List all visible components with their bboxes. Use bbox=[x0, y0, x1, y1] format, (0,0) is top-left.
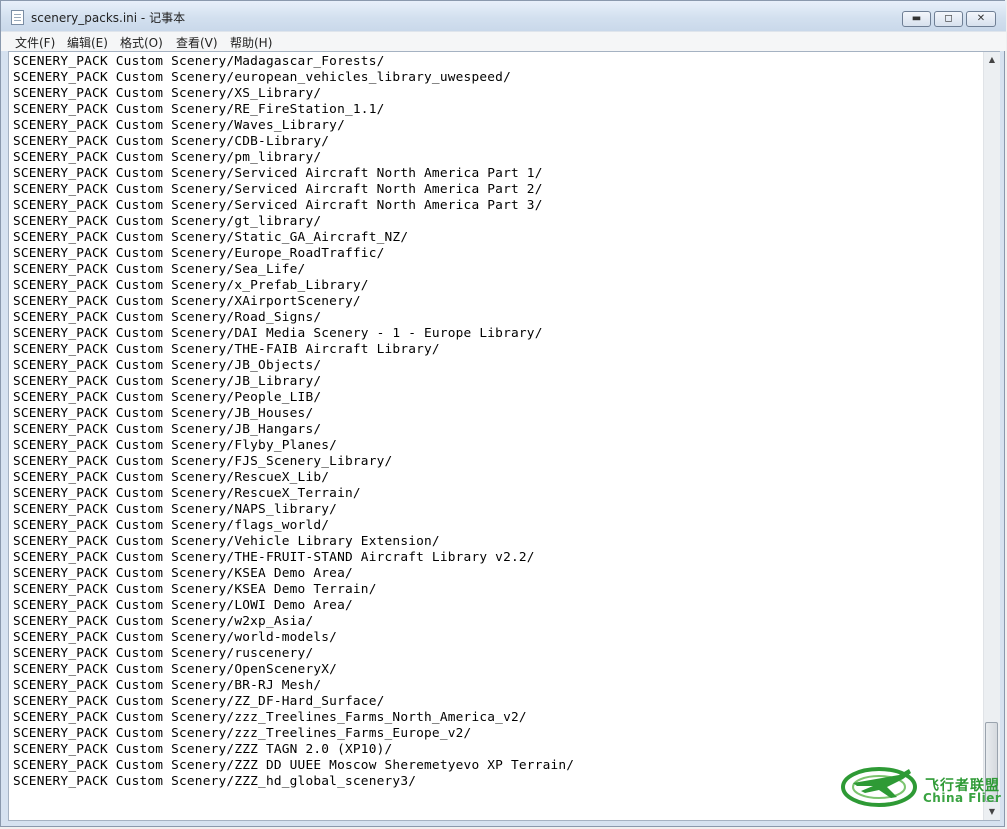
vertical-scrollbar[interactable]: ▲ ▼ bbox=[983, 52, 1000, 820]
text-line: SCENERY_PACK Custom Scenery/Serviced Air… bbox=[13, 166, 543, 181]
menu-file[interactable]: 文件(F) bbox=[15, 34, 55, 51]
menu-view[interactable]: 查看(V) bbox=[176, 34, 218, 51]
text-line: SCENERY_PACK Custom Scenery/ZZZ TAGN 2.0… bbox=[13, 742, 393, 757]
text-line: SCENERY_PACK Custom Scenery/flags_world/ bbox=[13, 518, 330, 533]
text-line: SCENERY_PACK Custom Scenery/DAI Media Sc… bbox=[13, 326, 543, 341]
text-line: SCENERY_PACK Custom Scenery/ZZZ DD UUEE … bbox=[13, 758, 575, 773]
text-line: SCENERY_PACK Custom Scenery/Static_GA_Ai… bbox=[13, 230, 409, 245]
notepad-window: scenery_packs.ini - 记事本 ▬ ◻ ✕ 文件(F) 编辑(E… bbox=[0, 0, 1006, 827]
text-line: SCENERY_PACK Custom Scenery/FJS_Scenery_… bbox=[13, 454, 393, 469]
text-line: SCENERY_PACK Custom Scenery/JB_Library/ bbox=[13, 374, 322, 389]
text-line: SCENERY_PACK Custom Scenery/world-models… bbox=[13, 630, 338, 645]
text-line: SCENERY_PACK Custom Scenery/OpenSceneryX… bbox=[13, 662, 338, 677]
text-line: SCENERY_PACK Custom Scenery/THE-FAIB Air… bbox=[13, 342, 440, 357]
text-line: SCENERY_PACK Custom Scenery/JB_Hangars/ bbox=[13, 422, 322, 437]
text-line: SCENERY_PACK Custom Scenery/Serviced Air… bbox=[13, 198, 543, 213]
scroll-up-button[interactable]: ▲ bbox=[984, 52, 1000, 68]
text-line: SCENERY_PACK Custom Scenery/Europe_RoadT… bbox=[13, 246, 385, 261]
text-line: SCENERY_PACK Custom Scenery/RescueX_Lib/ bbox=[13, 470, 330, 485]
text-line: SCENERY_PACK Custom Scenery/CDB-Library/ bbox=[13, 134, 330, 149]
text-line: SCENERY_PACK Custom Scenery/Flyby_Planes… bbox=[13, 438, 338, 453]
text-line: SCENERY_PACK Custom Scenery/BR-RJ Mesh/ bbox=[13, 678, 322, 693]
text-line: SCENERY_PACK Custom Scenery/XAirportScen… bbox=[13, 294, 361, 309]
watermark-text-en: China Flier bbox=[923, 791, 1002, 805]
text-line: SCENERY_PACK Custom Scenery/zzz_Treeline… bbox=[13, 710, 527, 725]
title-bar[interactable]: scenery_packs.ini - 记事本 ▬ ◻ ✕ bbox=[1, 1, 1006, 31]
text-line: SCENERY_PACK Custom Scenery/XS_Library/ bbox=[13, 86, 322, 101]
text-line: SCENERY_PACK Custom Scenery/RE_FireStati… bbox=[13, 102, 385, 117]
minimize-icon: ▬ bbox=[911, 13, 922, 24]
text-line: SCENERY_PACK Custom Scenery/x_Prefab_Lib… bbox=[13, 278, 369, 293]
text-line: SCENERY_PACK Custom Scenery/Vehicle Libr… bbox=[13, 534, 440, 549]
menu-help[interactable]: 帮助(H) bbox=[230, 34, 272, 51]
watermark-logo: 飞行者联盟 China Flier bbox=[839, 753, 1004, 813]
text-line: SCENERY_PACK Custom Scenery/THE-FRUIT-ST… bbox=[13, 550, 535, 565]
window-title: scenery_packs.ini - 记事本 bbox=[31, 11, 186, 25]
maximize-icon: ◻ bbox=[944, 13, 953, 24]
menu-edit[interactable]: 编辑(E) bbox=[67, 34, 108, 51]
notepad-app-icon[interactable] bbox=[11, 10, 24, 25]
text-line: SCENERY_PACK Custom Scenery/pm_library/ bbox=[13, 150, 322, 165]
text-line: SCENERY_PACK Custom Scenery/european_veh… bbox=[13, 70, 511, 85]
text-line: SCENERY_PACK Custom Scenery/Waves_Librar… bbox=[13, 118, 345, 133]
text-line: SCENERY_PACK Custom Scenery/KSEA Demo Te… bbox=[13, 582, 377, 597]
text-editor[interactable]: SCENERY_PACK Custom Scenery/Madagascar_F… bbox=[8, 51, 1000, 821]
close-button[interactable]: ✕ bbox=[966, 11, 996, 27]
text-line: SCENERY_PACK Custom Scenery/w2xp_Asia/ bbox=[13, 614, 314, 629]
arrow-up-icon: ▲ bbox=[988, 55, 996, 64]
text-line: SCENERY_PACK Custom Scenery/Sea_Life/ bbox=[13, 262, 306, 277]
text-line: SCENERY_PACK Custom Scenery/RescueX_Terr… bbox=[13, 486, 361, 501]
text-line: SCENERY_PACK Custom Scenery/ruscenery/ bbox=[13, 646, 314, 661]
text-line: SCENERY_PACK Custom Scenery/Madagascar_F… bbox=[13, 54, 385, 69]
text-line: SCENERY_PACK Custom Scenery/Road_Signs/ bbox=[13, 310, 322, 325]
text-line: SCENERY_PACK Custom Scenery/ZZZ_hd_globa… bbox=[13, 774, 417, 789]
close-icon: ✕ bbox=[976, 13, 986, 24]
editor-text-area[interactable]: SCENERY_PACK Custom Scenery/Madagascar_F… bbox=[13, 54, 983, 818]
text-line: SCENERY_PACK Custom Scenery/JB_Houses/ bbox=[13, 406, 314, 421]
text-line: SCENERY_PACK Custom Scenery/ZZ_DF-Hard_S… bbox=[13, 694, 385, 709]
menu-format[interactable]: 格式(O) bbox=[120, 34, 163, 51]
menu-bar: 文件(F) 编辑(E) 格式(O) 查看(V) 帮助(H) bbox=[1, 31, 1006, 51]
maximize-button[interactable]: ◻ bbox=[934, 11, 963, 27]
text-line: SCENERY_PACK Custom Scenery/People_LIB/ bbox=[13, 390, 322, 405]
text-line: SCENERY_PACK Custom Scenery/Serviced Air… bbox=[13, 182, 543, 197]
text-line: SCENERY_PACK Custom Scenery/KSEA Demo Ar… bbox=[13, 566, 353, 581]
plane-logo-icon bbox=[841, 767, 917, 807]
text-line: SCENERY_PACK Custom Scenery/gt_library/ bbox=[13, 214, 322, 229]
text-line: SCENERY_PACK Custom Scenery/LOWI Demo Ar… bbox=[13, 598, 353, 613]
minimize-button[interactable]: ▬ bbox=[902, 11, 931, 27]
text-line: SCENERY_PACK Custom Scenery/NAPS_library… bbox=[13, 502, 338, 517]
text-line: SCENERY_PACK Custom Scenery/zzz_Treeline… bbox=[13, 726, 472, 741]
text-line: SCENERY_PACK Custom Scenery/JB_Objects/ bbox=[13, 358, 322, 373]
